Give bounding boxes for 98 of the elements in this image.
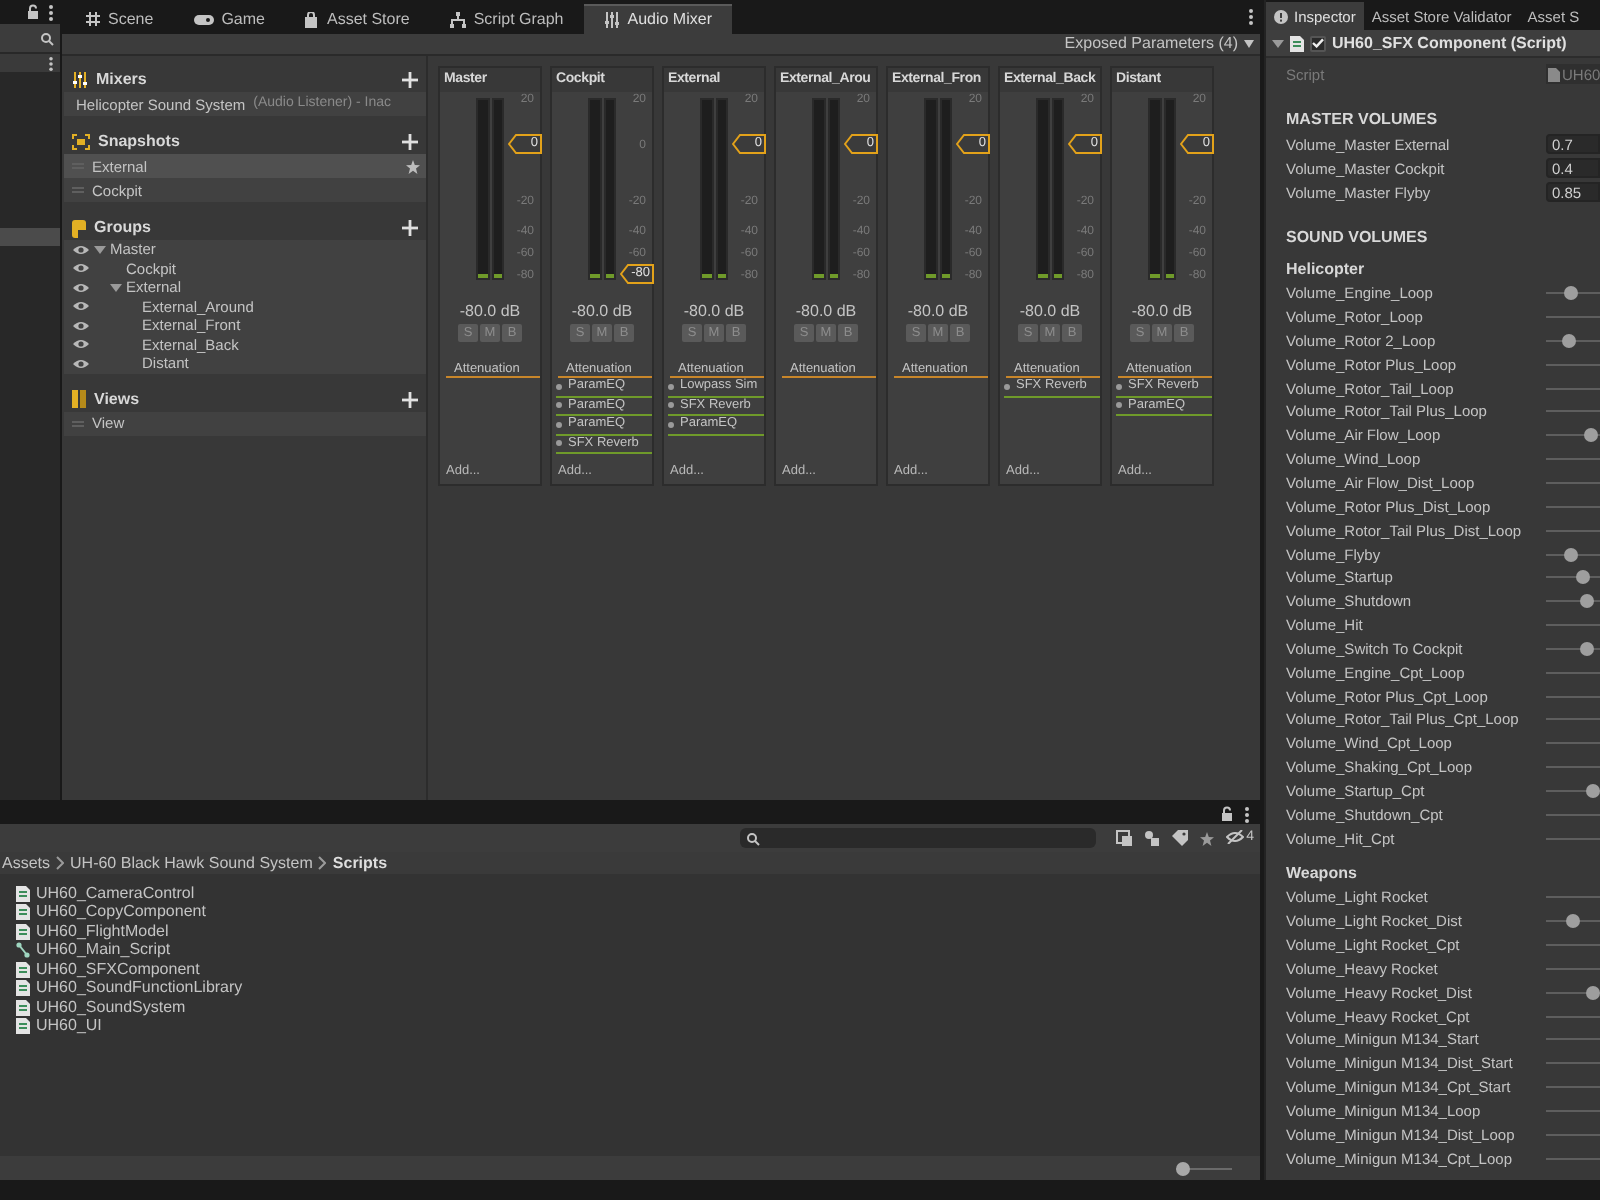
more-icon[interactable] [48, 55, 54, 71]
db-reading: -80.0 dB [1017, 302, 1083, 322]
script-file-icon [1548, 67, 1560, 81]
bullet-icon [668, 383, 674, 390]
editor-tab[interactable]: Game [173, 4, 285, 34]
section-heading: SOUND VOLUMES [1284, 226, 1430, 250]
component-title: UH60_SFX Component (Script) [1332, 33, 1567, 53]
chevron-icon [56, 856, 65, 870]
file-item[interactable]: UH60_CameraControl [16, 884, 1260, 903]
foldout-arrow-icon[interactable] [1272, 37, 1284, 49]
visibility-eye-icon[interactable] [72, 243, 90, 256]
search-icon [746, 831, 761, 845]
breadcrumb-link[interactable]: Assets [2, 853, 51, 873]
section-heading: MASTER VOLUMES [1284, 108, 1440, 132]
db-reading: -80.0 dB [457, 302, 523, 322]
camera-frame-icon [72, 134, 90, 150]
slider-thumb[interactable] [1579, 594, 1594, 609]
add-icon[interactable] [402, 220, 418, 236]
mixer-sliders-icon [72, 72, 88, 88]
caret-icon [1244, 40, 1254, 48]
visibility-eye-icon[interactable] [72, 357, 90, 370]
bullet-icon [1004, 383, 1010, 390]
grid-icon [86, 12, 100, 26]
add-icon[interactable] [402, 391, 418, 407]
db-reading: -80.0 dB [681, 302, 747, 322]
search-field[interactable] [740, 828, 1097, 848]
file-item[interactable]: UH60_SFXComponent [16, 960, 1260, 979]
slider-thumb[interactable] [1176, 1161, 1190, 1175]
lock-icon[interactable] [1220, 806, 1234, 822]
bullet-icon [1116, 402, 1122, 409]
breadcrumb-link[interactable]: UH-60 Black Hawk Sound System [70, 853, 313, 873]
slider-thumb[interactable] [1566, 914, 1580, 929]
bullet-icon [556, 421, 562, 428]
more-icon[interactable] [48, 3, 54, 21]
enable-checkbox[interactable] [1310, 35, 1326, 51]
node-graph-icon [16, 942, 30, 959]
file-item[interactable]: UH60_SoundFunctionLibrary [16, 979, 1260, 998]
visibility-eye-icon[interactable] [72, 319, 90, 332]
visibility-eye-icon[interactable] [72, 281, 90, 294]
visibility-eye-icon[interactable] [72, 262, 90, 275]
expand-arrow-icon[interactable] [94, 243, 106, 256]
section-title: Snapshots [98, 132, 182, 152]
slider-thumb[interactable] [1579, 641, 1594, 656]
group-heading: Weapons [1284, 862, 1359, 886]
visibility-eye-icon[interactable] [72, 338, 90, 351]
more-icon[interactable] [1248, 8, 1254, 26]
db-reading: -80.0 dB [1129, 302, 1195, 322]
view-icon [72, 390, 86, 408]
tag-icon[interactable] [1172, 830, 1189, 846]
hierarchy-row[interactable] [0, 54, 60, 72]
slider-thumb[interactable] [1562, 333, 1577, 348]
bullet-icon [668, 402, 674, 409]
editor-tab[interactable]: Script Graph [429, 4, 584, 34]
file-item[interactable]: UH60_UI [16, 1017, 1260, 1036]
add-icon[interactable] [402, 72, 418, 88]
slider-thumb[interactable] [1585, 985, 1600, 1000]
slider-thumb[interactable] [1575, 570, 1590, 585]
slider-thumb[interactable] [1584, 428, 1599, 443]
editor-tab[interactable]: Scene [66, 4, 174, 34]
script-file-icon [1290, 35, 1304, 51]
mixer-sliders-icon [603, 12, 620, 28]
slider-thumb[interactable] [1585, 783, 1600, 798]
bullet-icon [556, 402, 562, 409]
info-icon [1274, 9, 1288, 23]
slider-thumb[interactable] [1563, 547, 1578, 562]
section-title: Groups [94, 218, 153, 238]
lock-icon[interactable] [26, 4, 40, 20]
hierarchy-icon [449, 11, 466, 27]
editor-tab[interactable]: Asset Store [284, 4, 430, 34]
bullet-icon [1116, 383, 1122, 390]
bullet-icon [556, 383, 562, 390]
visibility-eye-icon[interactable] [72, 300, 90, 313]
breadcrumb-link[interactable]: Scripts [332, 853, 388, 873]
section-title: Mixers [96, 70, 149, 90]
file-item[interactable]: UH60_FlightModel [16, 922, 1260, 941]
file-item[interactable]: UH60_Main_Script [16, 941, 1260, 960]
db-reading: -80.0 dB [569, 302, 635, 322]
section-title: Views [94, 389, 142, 409]
more-icon[interactable] [1244, 805, 1250, 823]
add-icon[interactable] [402, 134, 418, 150]
hidden-eye-icon [1226, 830, 1245, 845]
search-icon[interactable] [40, 31, 54, 45]
exposed-parameters-dropdown[interactable]: Exposed Parameters (4) [1064, 34, 1254, 54]
expand-arrow-icon[interactable] [110, 281, 122, 294]
file-item[interactable]: UH60_SoundSystem [16, 998, 1260, 1017]
star-icon[interactable] [1200, 831, 1215, 845]
chevron-icon [318, 856, 327, 870]
group-heading: Helicopter [1284, 258, 1367, 282]
file-item[interactable]: UH60_CopyComponent [16, 903, 1260, 922]
scene-filter-icon[interactable] [1116, 830, 1133, 846]
star-icon[interactable] [406, 159, 420, 173]
type-filter-icon[interactable] [1144, 830, 1161, 846]
bullet-icon [668, 421, 674, 428]
bullet-icon [556, 440, 562, 447]
db-reading: -80.0 dB [905, 302, 971, 322]
editor-tab[interactable]: Audio Mixer [583, 4, 732, 34]
slider-thumb[interactable] [1563, 286, 1578, 301]
db-reading: -80.0 dB [793, 302, 859, 322]
